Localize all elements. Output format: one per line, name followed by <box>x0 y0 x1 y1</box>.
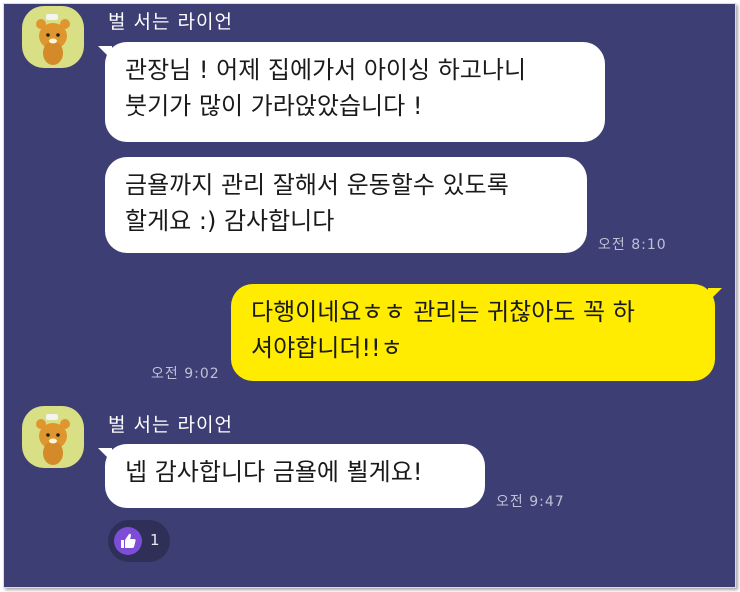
message-line: 셔야합니더!!ㅎ <box>251 334 403 362</box>
message-line: 할게요 :) 감사합니다 <box>125 207 335 235</box>
lion-avatar-icon <box>36 414 70 465</box>
sender-name: 벌 서는 라이언 <box>108 414 233 436</box>
message-line: 붓기가 많이 가라앉았습니다 ! <box>125 92 423 120</box>
message-line: 관장님 ! 어제 집에가서 아이싱 하고나니 <box>125 56 527 84</box>
message-line: 다행이네요ㅎㅎ 관리는 귀찮아도 꼭 하 <box>251 298 635 326</box>
message-bubble[interactable]: 금욜까지 관리 잘해서 운동할수 있도록 할게요 :) 감사합니다 <box>105 157 587 253</box>
my-message-bubble[interactable]: 다행이네요ㅎㅎ 관리는 귀찮아도 꼭 하 셔야합니더!!ㅎ <box>231 284 715 381</box>
message-time: 오전 9:47 <box>496 494 565 510</box>
message-line: 넵 감사합니다 금욜에 뵐게요! <box>125 458 423 486</box>
message-time: 오전 8:10 <box>598 237 667 253</box>
bubble-tail <box>708 288 722 302</box>
sender-name: 벌 서는 라이언 <box>108 11 233 33</box>
reaction-badge[interactable]: 1 <box>108 520 170 562</box>
reaction-count: 1 <box>150 531 160 549</box>
message-bubble[interactable]: 넵 감사합니다 금욜에 뵐게요! <box>105 444 485 508</box>
thumbs-up-icon <box>114 527 142 555</box>
message-bubble[interactable]: 관장님 ! 어제 집에가서 아이싱 하고나니 붓기가 많이 가라앉았습니다 ! <box>105 42 605 142</box>
avatar[interactable] <box>22 406 84 468</box>
chat-window: 벌 서는 라이언 관장님 ! 어제 집에가서 아이싱 하고나니 붓기가 많이 가… <box>3 3 736 588</box>
message-line: 금욜까지 관리 잘해서 운동할수 있도록 <box>125 171 509 199</box>
avatar[interactable] <box>22 6 84 68</box>
message-time: 오전 9:02 <box>151 366 220 382</box>
lion-avatar-icon <box>36 14 70 65</box>
